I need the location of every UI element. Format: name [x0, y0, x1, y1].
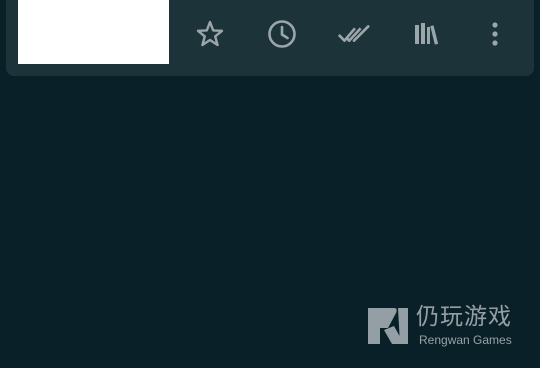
star-outline-icon	[196, 20, 224, 47]
history-button[interactable]	[264, 16, 300, 52]
more-options-button[interactable]	[477, 16, 513, 52]
favorite-button[interactable]	[192, 16, 228, 52]
library-button[interactable]	[408, 16, 444, 52]
thumbnail-image[interactable]	[18, 0, 169, 64]
more-vertical-icon	[492, 22, 498, 46]
rengwan-logo-icon	[368, 308, 408, 344]
watermark-chinese-text: 仍玩游戏	[416, 304, 512, 330]
watermark-english-text: Rengwan Games	[419, 333, 512, 347]
clock-icon	[268, 20, 296, 48]
double-check-icon	[337, 25, 370, 42]
mark-read-button[interactable]	[336, 16, 372, 52]
watermark: 仍玩游戏 Rengwan Games	[364, 304, 524, 348]
books-icon	[415, 23, 439, 45]
